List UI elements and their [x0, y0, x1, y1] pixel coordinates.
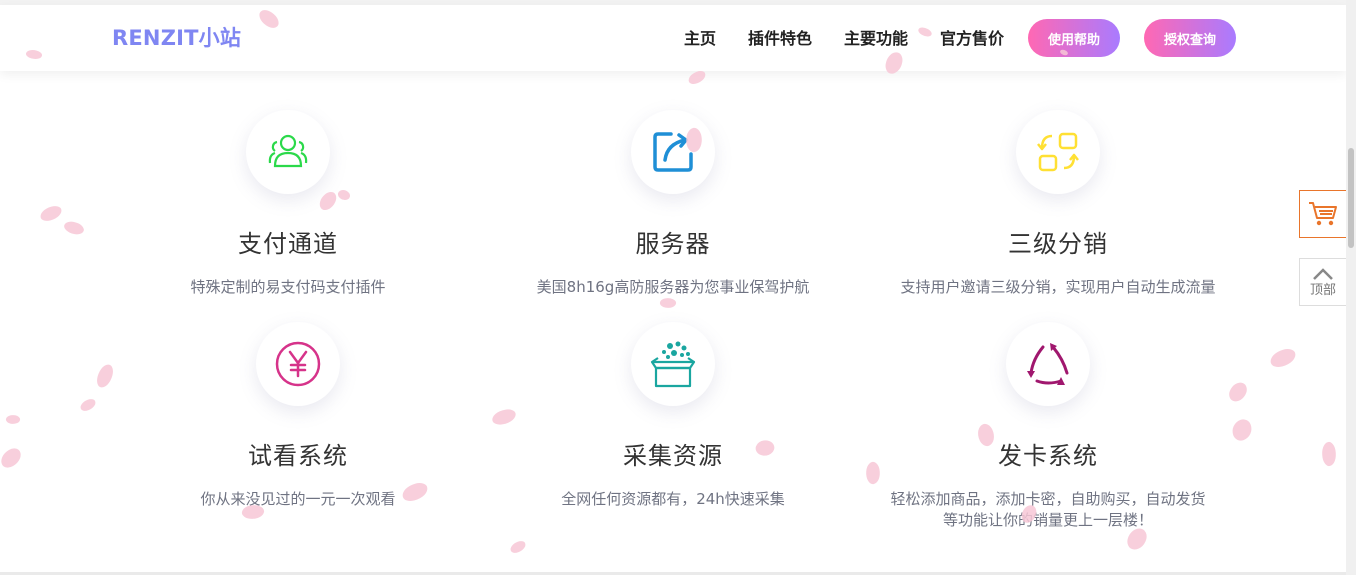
- nav-pricing[interactable]: 官方售价: [940, 25, 1004, 49]
- feature-distribution: 三级分销 支持用户邀请三级分销，实现用户自动生成流量: [878, 110, 1238, 298]
- feature-icon-wrap: [256, 322, 340, 406]
- petal: [1229, 417, 1255, 443]
- back-to-top-label: 顶部: [1309, 282, 1336, 298]
- site-logo[interactable]: RENZIT小站: [112, 22, 241, 52]
- license-query-button[interactable]: 授权查询: [1144, 19, 1236, 57]
- feature-icon-wrap: [1016, 110, 1100, 194]
- petal: [1320, 440, 1338, 468]
- petal: [241, 504, 265, 520]
- users-icon: [268, 134, 308, 168]
- nav-home[interactable]: 主页: [684, 25, 716, 49]
- petal: [686, 69, 708, 86]
- feature-title: 服务器: [635, 230, 711, 258]
- feature-server: 服务器 美国8h16g高防服务器为您事业保驾护航: [493, 110, 853, 298]
- cart-button[interactable]: [1299, 190, 1347, 238]
- main-nav: 主页 插件特色 主要功能 官方售价: [684, 25, 1036, 49]
- feature-desc: 特殊定制的易支付码支付插件: [190, 278, 386, 296]
- feature-icon-wrap: [631, 110, 715, 194]
- feature-title: 发卡系统: [998, 442, 1098, 470]
- cycle-icon: [1027, 343, 1069, 385]
- feature-desc: 支持用户邀请三级分销，实现用户自动生成流量: [900, 278, 1216, 296]
- feature-title: 支付通道: [238, 230, 338, 258]
- feature-desc: 美国8h16g高防服务器为您事业保驾护航: [536, 278, 810, 296]
- nav-functions[interactable]: 主要功能: [844, 25, 908, 49]
- scrollbar[interactable]: [1346, 0, 1356, 575]
- feature-desc: 轻松添加商品，添加卡密，自助购买，自动发货 等功能让你的销量更上一层楼！: [890, 490, 1206, 529]
- site-header: RENZIT小站 主页 插件特色 主要功能 官方售价 使用帮助 授权查询: [0, 5, 1346, 71]
- help-button[interactable]: 使用帮助: [1028, 19, 1120, 57]
- feature-icon-wrap: [631, 322, 715, 406]
- back-to-top-button[interactable]: 顶部: [1299, 258, 1347, 306]
- exchange-icon: [1037, 132, 1079, 172]
- petal: [78, 397, 98, 413]
- yen-icon: [275, 341, 321, 387]
- scrollbar-thumb[interactable]: [1348, 148, 1354, 248]
- petal: [659, 296, 677, 310]
- petal: [38, 204, 64, 223]
- feature-payment: 支付通道 特殊定制的易支付码支付插件: [108, 110, 468, 298]
- petal: [5, 413, 21, 426]
- feature-card: 发卡系统 轻松添加商品，添加卡密，自助购买，自动发货 等功能让你的销量更上一层楼…: [868, 322, 1228, 531]
- feature-preview: 试看系统 你从来没见过的一元一次观看: [118, 322, 478, 510]
- nav-features[interactable]: 插件特色: [748, 25, 812, 49]
- feature-desc: 全网任何资源都有，24h快速采集: [561, 490, 785, 508]
- box-icon: [650, 341, 696, 388]
- petal: [508, 539, 528, 555]
- petal: [62, 218, 86, 238]
- petal: [0, 445, 25, 471]
- cart-icon: [1309, 202, 1337, 226]
- feature-title: 采集资源: [623, 442, 723, 470]
- petal: [1268, 346, 1298, 370]
- petal: [1227, 379, 1249, 405]
- feature-title: 三级分销: [1008, 230, 1108, 258]
- feature-icon-wrap: [246, 110, 330, 194]
- feature-icon-wrap: [1006, 322, 1090, 406]
- feature-title: 试看系统: [248, 442, 348, 470]
- petal: [95, 362, 115, 390]
- feature-collect: 采集资源 全网任何资源都有，24h快速采集: [493, 322, 853, 510]
